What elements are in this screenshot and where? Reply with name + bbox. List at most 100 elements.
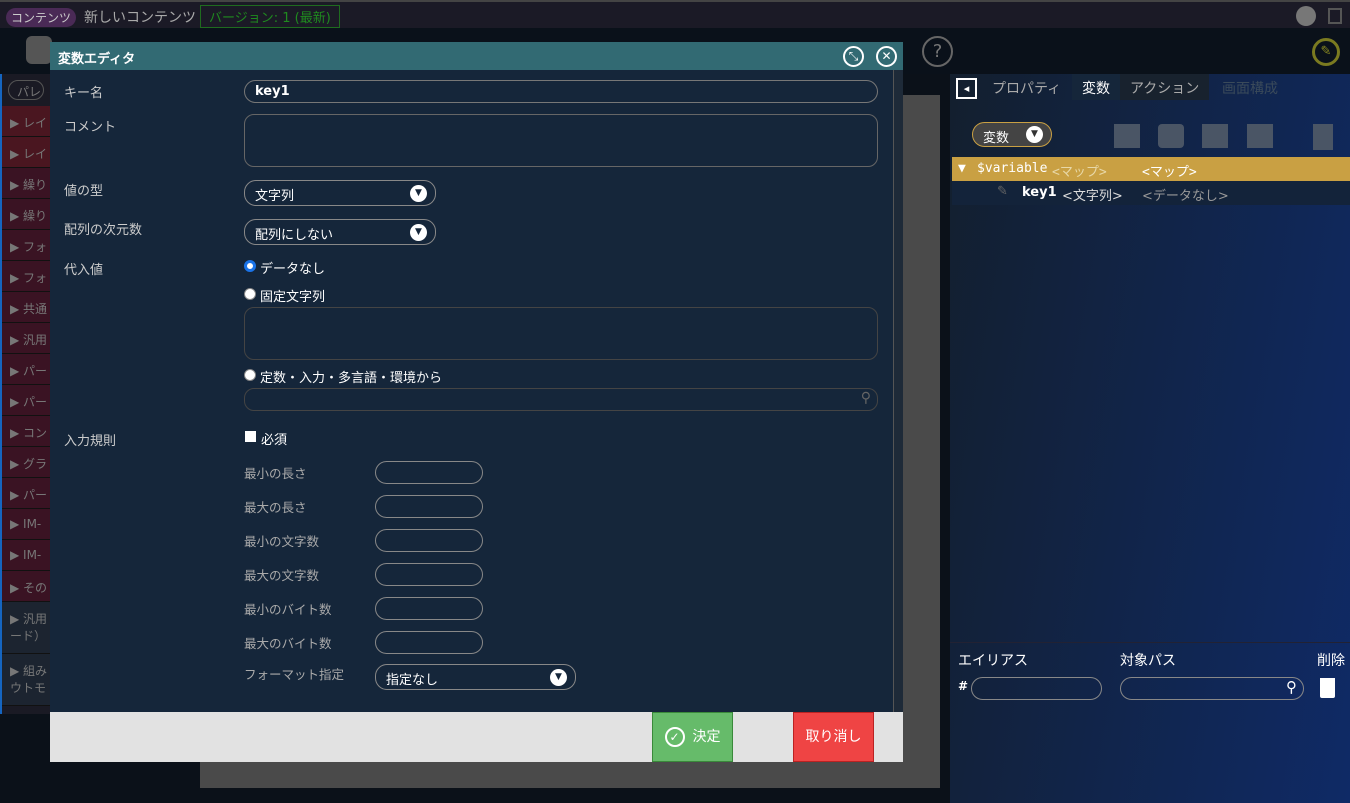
chevron-down-icon: ▼ — [1026, 126, 1043, 143]
tab-variables[interactable]: 変数 — [1072, 74, 1120, 100]
tree-value: <マップ> — [1142, 165, 1197, 180]
tab-actions[interactable]: アクション — [1120, 74, 1210, 100]
dim-select[interactable]: 配列にしない ▼ — [244, 219, 436, 245]
dialog-scrollbar[interactable] — [893, 70, 903, 712]
hash-label: # — [958, 679, 969, 693]
palette-item[interactable]: ▶ レイ — [2, 137, 50, 168]
path-input[interactable]: ⚲ — [1120, 677, 1304, 700]
palette-item[interactable]: ▶ パー — [2, 354, 50, 385]
rule-label: 入力規則 — [64, 434, 117, 449]
palette-item[interactable]: ▶ 汎用 — [2, 323, 50, 354]
tree-type: <マップ> — [1052, 165, 1107, 180]
divider — [950, 642, 1350, 643]
tree-value: <データなし> — [1142, 189, 1229, 204]
comment-label: コメント — [64, 120, 117, 135]
fixed-textarea[interactable] — [244, 307, 878, 360]
close-icon[interactable]: ✕ — [876, 46, 897, 67]
palette-item[interactable]: ▶ パー — [2, 478, 50, 509]
key-label: キー名 — [64, 86, 104, 101]
max-bytes-input[interactable] — [375, 631, 483, 654]
palette-item[interactable]: ▶ パー — [2, 385, 50, 416]
version-badge: バージョン: 1 (最新) — [200, 5, 340, 28]
palette-item[interactable]: ▶ 繰り — [2, 199, 50, 230]
palette-item[interactable]: ▶ グラ — [2, 447, 50, 478]
dialog-footer: ✓ 決定 取り消し — [50, 712, 903, 762]
add-field-icon[interactable] — [1158, 124, 1184, 148]
palette-item[interactable]: ▶ フォ — [2, 230, 50, 261]
palette-item[interactable]: ▶ その — [2, 571, 50, 602]
required-checkbox[interactable] — [245, 431, 256, 442]
tab-screen[interactable]: 画面構成 — [1212, 74, 1288, 100]
search-icon[interactable]: ⚲ — [1286, 678, 1297, 696]
tree-name: key1 — [1022, 185, 1057, 200]
min-len-input[interactable] — [375, 461, 483, 484]
palette-item[interactable]: ▶ IM- — [2, 509, 50, 540]
max-len-input[interactable] — [375, 495, 483, 518]
json-icon[interactable] — [1247, 124, 1273, 148]
palette-item[interactable]: ▶ 汎用 ード） — [2, 602, 50, 654]
radio-const[interactable] — [244, 369, 256, 381]
radio-fixed[interactable] — [244, 288, 256, 300]
expand-icon[interactable]: ▼ — [958, 161, 966, 176]
variable-editor-dialog: 変数エディタ ⤡ ✕ キー名 key1 コメント 値の型 文字列 ▼ 配列の次元数… — [50, 42, 903, 762]
comment-textarea[interactable] — [244, 114, 878, 167]
palette-item[interactable]: ▶ コン — [2, 416, 50, 447]
help-icon[interactable]: ? — [922, 36, 953, 67]
collapse-icon[interactable]: ⤡ — [843, 46, 864, 67]
alias-header: エイリアス — [958, 653, 1028, 669]
lock-icon[interactable] — [1328, 8, 1342, 24]
palette-search[interactable]: パレッ — [8, 80, 44, 100]
palette-item[interactable]: ▶ レイ — [2, 106, 50, 137]
add-variable-icon[interactable] — [1114, 124, 1140, 148]
cancel-button[interactable]: 取り消し — [793, 712, 874, 762]
panel-toggle-icon[interactable]: ◂ — [956, 78, 977, 99]
palette-item[interactable]: ▶ IM- — [2, 540, 50, 571]
palette-item[interactable]: ▶ 繰り — [2, 168, 50, 199]
required-label: 必須 — [261, 433, 288, 448]
copy-variable-icon[interactable] — [1202, 124, 1228, 148]
key-input[interactable]: key1 — [244, 80, 878, 103]
trash-icon[interactable] — [1320, 678, 1335, 698]
user-icon[interactable] — [1296, 6, 1316, 26]
right-panel: ◂ プロパティ 変数 アクション 画面構成 変数 ▼ ▼ $variable <マ… — [950, 74, 1350, 803]
pencil-icon: ✎ — [997, 184, 1008, 199]
top-bar: コンテンツ 新しいコンテンツ バージョン: 1 (最新) — [0, 0, 1350, 28]
min-chars-label: 最小の文字数 — [244, 534, 320, 549]
tree-row[interactable]: ✎ key1 <文字列> <データなし> — [952, 181, 1350, 205]
type-select[interactable]: 文字列 ▼ — [244, 180, 436, 206]
min-chars-input[interactable] — [375, 529, 483, 552]
min-bytes-label: 最小のバイト数 — [244, 602, 332, 617]
content-badge: コンテンツ — [6, 8, 77, 27]
dim-value: 配列にしない — [255, 228, 334, 243]
dialog-title: 変数エディタ — [50, 42, 903, 70]
check-circle-icon: ✓ — [664, 727, 685, 747]
trash-icon[interactable] — [1313, 124, 1333, 150]
ok-label: 決定 — [692, 729, 721, 745]
max-len-label: 最大の長さ — [244, 500, 307, 515]
variable-type-select[interactable]: 変数 ▼ — [972, 122, 1052, 147]
palette-item[interactable]: ▶ フォ — [2, 261, 50, 292]
min-bytes-input[interactable] — [375, 597, 483, 620]
dim-label: 配列の次元数 — [64, 223, 143, 238]
max-bytes-label: 最大のバイト数 — [244, 636, 332, 651]
content-title: 新しいコンテンツ — [84, 10, 196, 26]
min-len-label: 最小の長さ — [244, 466, 307, 481]
palette-item[interactable]: ▶ 組み ウトモ — [2, 654, 50, 706]
type-label: 値の型 — [64, 184, 104, 199]
tree-row[interactable]: ▼ $variable <マップ> <マップ> — [952, 157, 1350, 181]
ok-button[interactable]: ✓ 決定 — [652, 712, 733, 762]
variable-type-value: 変数 — [983, 131, 1010, 146]
search-icon[interactable]: ⚲ — [861, 390, 871, 406]
chevron-down-icon: ▼ — [410, 185, 427, 202]
radio-none[interactable] — [244, 260, 256, 272]
palette-item[interactable]: ▶ 共通 — [2, 292, 50, 323]
max-chars-input[interactable] — [375, 563, 483, 586]
tab-properties[interactable]: プロパティ — [982, 74, 1071, 100]
format-select[interactable]: 指定なし ▼ — [375, 664, 576, 690]
data-icon[interactable] — [26, 36, 52, 64]
assign-label: 代入値 — [64, 263, 104, 278]
const-search-input[interactable]: ⚲ — [244, 388, 878, 411]
alias-input[interactable] — [971, 677, 1102, 700]
edit-icon[interactable]: ✎ — [1312, 38, 1340, 66]
format-value: 指定なし — [386, 673, 439, 688]
